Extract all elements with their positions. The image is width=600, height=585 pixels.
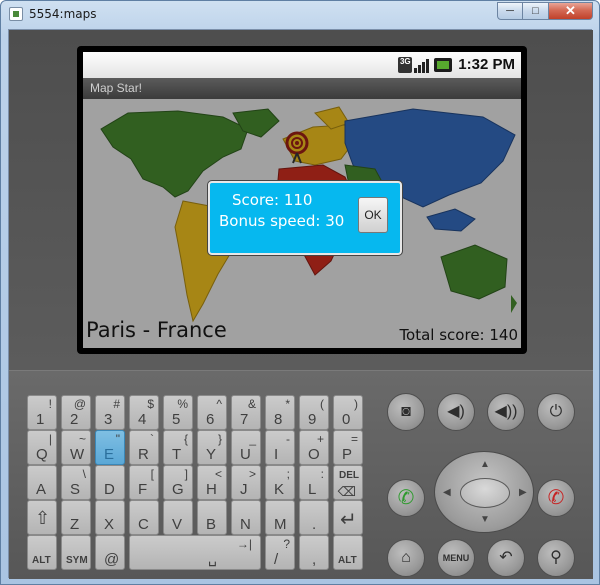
home-icon: ⌂: [401, 549, 411, 566]
title-bar[interactable]: 5554:maps ─ □ ✕: [1, 1, 599, 27]
ok-button[interactable]: OK: [358, 197, 388, 233]
city-label: Paris - France: [86, 318, 227, 342]
network-3g-icon: 3G: [398, 56, 413, 73]
call-icon: ✆: [397, 487, 415, 509]
app-icon: [9, 7, 23, 21]
key-g[interactable]: ] G: [163, 465, 193, 500]
key-w[interactable]: ~ W: [61, 430, 91, 465]
emulator-window: 5554:maps ─ □ ✕ 3G 1:32 PM Map Star! Par…: [0, 0, 600, 585]
key-alt-right[interactable]: ALT: [333, 535, 363, 570]
power-icon: ⏻: [549, 403, 563, 420]
dpad[interactable]: ▲ ▼ ◀ ▶: [434, 451, 534, 533]
key-alt-left[interactable]: ALT: [27, 535, 57, 570]
key-slash[interactable]: ? /: [265, 535, 295, 570]
dpad-right-icon[interactable]: ▶: [519, 488, 527, 498]
key-6[interactable]: ^ 6: [197, 395, 227, 430]
status-bar: 3G 1:32 PM: [83, 52, 521, 78]
key-f[interactable]: [F: [129, 465, 159, 500]
search-button[interactable]: ⚲: [537, 539, 575, 577]
window-controls: ─ □ ✕: [497, 2, 593, 20]
status-icons: 3G 1:32 PM: [398, 56, 515, 73]
key-x[interactable]: X: [95, 500, 125, 535]
key-sym[interactable]: SYM: [61, 535, 91, 570]
key-d[interactable]: D: [95, 465, 125, 500]
volume-down-icon: ◀): [447, 403, 465, 420]
app-title: Map Star!: [90, 81, 143, 95]
key-t[interactable]: {T: [163, 430, 193, 465]
minimize-button[interactable]: ─: [497, 2, 523, 20]
key-shift[interactable]: ⇧: [27, 500, 57, 535]
emulator-device: 3G 1:32 PM Map Star! Paris - France Tota…: [9, 30, 593, 579]
back-button[interactable]: ↶: [487, 539, 525, 577]
window-client: 3G 1:32 PM Map Star! Paris - France Tota…: [8, 29, 593, 579]
power-button[interactable]: ⏻: [537, 393, 575, 431]
total-score: Total score: 140: [399, 326, 518, 344]
key-j[interactable]: > J: [231, 465, 261, 500]
camera-icon: ◙: [401, 403, 411, 420]
window-title: 5554:maps: [29, 7, 97, 21]
hardware-keyboard: ! 1 @2 #3 $4 % 5 ^ 6 & 7 * 8 (9 ) 0 | Q ~ W " E `…: [27, 395, 367, 570]
key-y[interactable]: } Y: [197, 430, 227, 465]
menu-button[interactable]: MENU: [437, 539, 475, 577]
maximize-button[interactable]: □: [523, 2, 549, 20]
key-2[interactable]: @2: [61, 395, 91, 430]
key-delete[interactable]: DEL ⌫: [333, 465, 363, 500]
battery-icon: [434, 57, 453, 72]
key-r[interactable]: ` R: [129, 430, 159, 465]
key-c[interactable]: C: [129, 500, 159, 535]
dpad-center-button[interactable]: [460, 478, 510, 508]
key-4[interactable]: $4: [129, 395, 159, 430]
key-1[interactable]: ! 1: [27, 395, 57, 430]
key-5[interactable]: % 5: [163, 395, 193, 430]
status-time: 1:32 PM: [458, 56, 515, 73]
key-3[interactable]: #3: [95, 395, 125, 430]
end-call-icon: ✆: [547, 487, 565, 509]
key-n[interactable]: N: [231, 500, 261, 535]
dialog-score: Score: 110: [232, 191, 313, 209]
end-call-button[interactable]: ✆: [537, 479, 575, 517]
key-o[interactable]: + O: [299, 430, 329, 465]
key-v[interactable]: V: [163, 500, 193, 535]
key-p[interactable]: = P: [333, 430, 363, 465]
device-screen[interactable]: 3G 1:32 PM Map Star! Paris - France Tota…: [83, 52, 521, 348]
call-button[interactable]: ✆: [387, 479, 425, 517]
key-h[interactable]: < H: [197, 465, 227, 500]
volume-down-button[interactable]: ◀): [437, 393, 475, 431]
key-s[interactable]: \ S: [61, 465, 91, 500]
search-icon: ⚲: [550, 549, 562, 566]
volume-up-button[interactable]: ◀)): [487, 393, 525, 431]
key-8[interactable]: * 8: [265, 395, 295, 430]
device-bottom-panel: ! 1 @2 #3 $4 % 5 ^ 6 & 7 * 8 (9 ) 0 | Q ~ W " E `…: [9, 370, 593, 579]
volume-up-icon: ◀)): [494, 403, 518, 420]
key-e[interactable]: " E: [95, 430, 125, 465]
key-space[interactable]: →| ␣: [129, 535, 261, 570]
key-0[interactable]: ) 0: [333, 395, 363, 430]
signal-icon: [414, 57, 430, 73]
key-u[interactable]: _ U: [231, 430, 261, 465]
key-period[interactable]: .: [299, 500, 329, 535]
key-l[interactable]: :L: [299, 465, 329, 500]
key-i[interactable]: -I: [265, 430, 295, 465]
home-button[interactable]: ⌂: [387, 539, 425, 577]
dpad-down-icon[interactable]: ▼: [480, 515, 490, 525]
key-enter[interactable]: ↵: [333, 500, 363, 535]
app-title-bar: Map Star!: [83, 78, 521, 99]
dpad-up-icon[interactable]: ▲: [480, 460, 490, 470]
key-9[interactable]: (9: [299, 395, 329, 430]
key-a[interactable]: A: [27, 465, 57, 500]
back-icon: ↶: [499, 549, 513, 566]
key-at[interactable]: @: [95, 535, 125, 570]
dialog-bonus-speed: Bonus speed: 30: [219, 212, 345, 230]
key-b[interactable]: B: [197, 500, 227, 535]
key-comma[interactable]: ,: [299, 535, 329, 570]
key-k[interactable]: ; K: [265, 465, 295, 500]
key-q[interactable]: | Q: [27, 430, 57, 465]
key-z[interactable]: Z: [61, 500, 91, 535]
camera-button[interactable]: ◙: [387, 393, 425, 431]
score-dialog: Score: 110 Bonus speed: 30 OK: [208, 181, 402, 255]
close-button[interactable]: ✕: [549, 2, 593, 20]
key-m[interactable]: M: [265, 500, 295, 535]
key-7[interactable]: & 7: [231, 395, 261, 430]
dpad-left-icon[interactable]: ◀: [443, 488, 451, 498]
